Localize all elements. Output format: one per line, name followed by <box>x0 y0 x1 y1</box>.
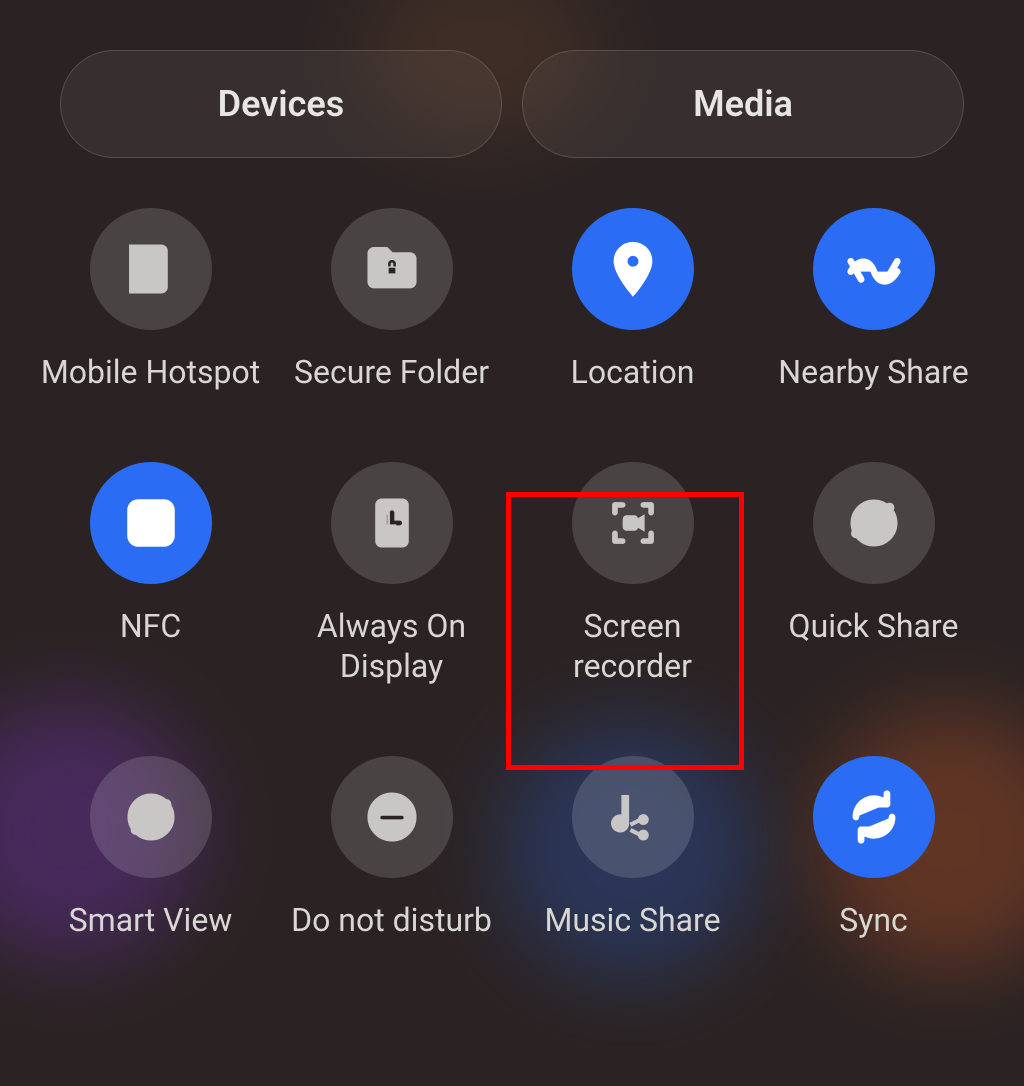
tile-always-on-display[interactable]: L Always On Display <box>271 462 512 686</box>
music-share-icon <box>572 756 694 878</box>
devices-pill[interactable]: Devices <box>60 50 502 158</box>
header-pills: Devices Media <box>0 0 1024 158</box>
dnd-icon <box>331 756 453 878</box>
tile-nearby-share[interactable]: Nearby Share <box>753 208 994 392</box>
tile-nfc[interactable]: NFC <box>30 462 271 686</box>
tile-label: Do not disturb <box>291 900 492 940</box>
tile-location[interactable]: Location <box>512 208 753 392</box>
tile-label: Nearby Share <box>778 352 968 392</box>
tile-label: Location <box>571 352 695 392</box>
svg-text:L: L <box>384 510 395 534</box>
tile-quick-share[interactable]: Quick Share <box>753 462 994 686</box>
nearby-share-icon <box>813 208 935 330</box>
smart-view-icon <box>90 756 212 878</box>
tile-do-not-disturb[interactable]: Do not disturb <box>271 756 512 940</box>
tile-label: NFC <box>120 606 181 646</box>
media-pill-label: Media <box>693 83 793 125</box>
tile-label: Secure Folder <box>294 352 489 392</box>
tile-label: Music Share <box>544 900 720 940</box>
devices-pill-label: Devices <box>218 83 345 125</box>
tile-label: Screen recorder <box>523 606 743 686</box>
tile-smart-view[interactable]: Smart View <box>30 756 271 940</box>
quick-settings-grid: Mobile Hotspot Secure Folder Location Ne… <box>0 158 1024 940</box>
tile-secure-folder[interactable]: Secure Folder <box>271 208 512 392</box>
media-pill[interactable]: Media <box>522 50 964 158</box>
aod-icon: L <box>331 462 453 584</box>
nfc-icon <box>90 462 212 584</box>
hotspot-icon <box>90 208 212 330</box>
tile-label: Quick Share <box>789 606 959 646</box>
tile-label: Smart View <box>69 900 233 940</box>
quick-share-icon <box>813 462 935 584</box>
tile-sync[interactable]: Sync <box>753 756 994 940</box>
tile-label: Sync <box>839 900 908 940</box>
secure-folder-icon <box>331 208 453 330</box>
tile-label: Mobile Hotspot <box>41 352 260 392</box>
tile-music-share[interactable]: Music Share <box>512 756 753 940</box>
tile-mobile-hotspot[interactable]: Mobile Hotspot <box>30 208 271 392</box>
tile-label: Always On Display <box>282 606 502 686</box>
screen-recorder-icon <box>572 462 694 584</box>
tile-screen-recorder[interactable]: Screen recorder <box>512 462 753 686</box>
sync-icon <box>813 756 935 878</box>
location-icon <box>572 208 694 330</box>
